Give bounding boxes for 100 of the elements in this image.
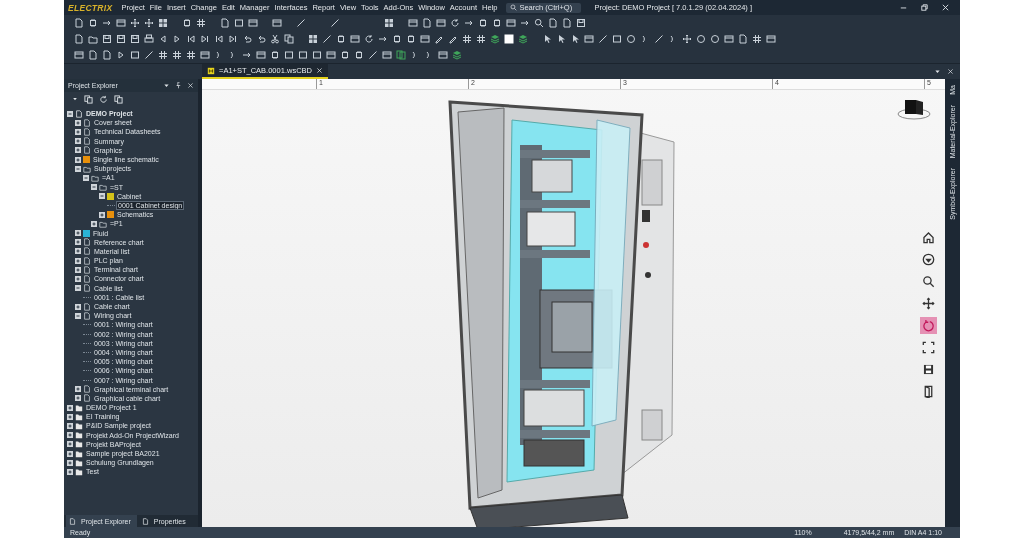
pin-icon[interactable] xyxy=(175,82,182,89)
window-icon[interactable] xyxy=(248,18,258,28)
plus-box-icon[interactable] xyxy=(75,386,81,393)
refresh-icon[interactable] xyxy=(450,18,460,28)
window-icon[interactable] xyxy=(408,18,418,28)
plus-box-icon[interactable] xyxy=(67,441,73,448)
plus-box-icon[interactable] xyxy=(75,257,81,264)
layers-icon[interactable] xyxy=(518,34,528,44)
layers-icon[interactable] xyxy=(490,34,500,44)
undo-icon[interactable] xyxy=(242,34,252,44)
view-cube-icon[interactable] xyxy=(897,97,931,121)
color-swatch-icon[interactable] xyxy=(504,34,514,44)
window-icon[interactable] xyxy=(350,34,360,44)
window-icon[interactable] xyxy=(200,50,210,60)
hash-icon[interactable] xyxy=(158,50,168,60)
window-icon[interactable] xyxy=(766,34,776,44)
plus-box-icon[interactable] xyxy=(99,211,105,218)
caret-icon[interactable] xyxy=(163,82,170,89)
refresh-icon[interactable] xyxy=(364,34,374,44)
plus-box-icon[interactable] xyxy=(75,303,81,310)
window-icon[interactable] xyxy=(436,18,446,28)
plus-box-icon[interactable] xyxy=(75,230,81,237)
view-icon[interactable] xyxy=(920,251,937,268)
grid-icon[interactable] xyxy=(158,18,168,28)
minus-box-icon[interactable] xyxy=(75,285,81,292)
plus-box-icon[interactable] xyxy=(67,468,73,475)
pages-icon[interactable] xyxy=(84,94,93,104)
plus-box-icon[interactable] xyxy=(67,422,73,429)
hash-icon[interactable] xyxy=(186,50,196,60)
chip-icon[interactable] xyxy=(336,34,346,44)
circle-icon[interactable] xyxy=(626,34,636,44)
plus-box-icon[interactable] xyxy=(75,239,81,246)
skip-right-icon[interactable] xyxy=(228,34,238,44)
skip-right-icon[interactable] xyxy=(200,34,210,44)
arrow-icon[interactable] xyxy=(378,34,388,44)
left-triangle-icon[interactable] xyxy=(158,34,168,44)
window-icon[interactable] xyxy=(382,50,392,60)
hash-icon[interactable] xyxy=(476,34,486,44)
save-icon[interactable] xyxy=(576,18,586,28)
minus-box-icon[interactable] xyxy=(99,193,105,200)
plus-box-icon[interactable] xyxy=(67,432,73,439)
plus-box-icon[interactable] xyxy=(75,275,81,282)
page-icon[interactable] xyxy=(220,18,230,28)
undo-icon[interactable] xyxy=(256,34,266,44)
page-icon[interactable] xyxy=(738,34,748,44)
minus-box-icon[interactable] xyxy=(75,165,81,172)
layers-icon[interactable] xyxy=(452,50,462,60)
hash-icon[interactable] xyxy=(752,34,762,44)
save-icon[interactable] xyxy=(116,34,126,44)
right-triangle-icon[interactable] xyxy=(172,34,182,44)
circle-icon[interactable] xyxy=(696,34,706,44)
line-icon[interactable] xyxy=(368,50,378,60)
circle-icon[interactable] xyxy=(710,34,720,44)
move-icon[interactable] xyxy=(920,295,937,312)
plus-box-icon[interactable] xyxy=(75,266,81,273)
square-icon[interactable] xyxy=(234,18,244,28)
grid-icon[interactable] xyxy=(384,18,394,28)
copy-icon[interactable] xyxy=(284,34,294,44)
plus-box-icon[interactable] xyxy=(75,119,81,126)
close-icon[interactable] xyxy=(187,82,194,89)
move-icon[interactable] xyxy=(130,18,140,28)
chip-icon[interactable] xyxy=(340,50,350,60)
arrow-icon[interactable] xyxy=(102,18,112,28)
window-icon[interactable] xyxy=(506,18,516,28)
square-icon[interactable] xyxy=(284,50,294,60)
close-icon[interactable] xyxy=(947,68,954,75)
plus-box-icon[interactable] xyxy=(75,156,81,163)
home-icon[interactable] xyxy=(920,229,937,246)
line-icon[interactable] xyxy=(144,50,154,60)
search-icon[interactable] xyxy=(534,18,544,28)
restore-icon[interactable] xyxy=(920,3,929,12)
square-icon[interactable] xyxy=(298,50,308,60)
chip-icon[interactable] xyxy=(354,50,364,60)
window-icon[interactable] xyxy=(326,50,336,60)
chip-icon[interactable] xyxy=(182,18,192,28)
pages-icon[interactable] xyxy=(114,94,123,104)
plus-box-icon[interactable] xyxy=(75,138,81,145)
hash-icon[interactable] xyxy=(172,50,182,60)
window-icon[interactable] xyxy=(272,18,282,28)
line-icon[interactable] xyxy=(296,18,306,28)
window-icon[interactable] xyxy=(438,50,448,60)
chip-icon[interactable] xyxy=(392,34,402,44)
plus-box-icon[interactable] xyxy=(91,220,97,227)
move-icon[interactable] xyxy=(144,18,154,28)
skip-left-icon[interactable] xyxy=(214,34,224,44)
plus-box-icon[interactable] xyxy=(75,147,81,154)
square-icon[interactable] xyxy=(130,50,140,60)
plus-box-icon[interactable] xyxy=(75,395,81,402)
minus-box-icon[interactable] xyxy=(91,184,97,191)
window-icon[interactable] xyxy=(116,18,126,28)
printer-icon[interactable] xyxy=(144,34,154,44)
caret-icon[interactable] xyxy=(72,96,78,102)
close-icon[interactable] xyxy=(315,67,323,74)
hash-icon[interactable] xyxy=(462,34,472,44)
rotate-icon[interactable] xyxy=(920,317,937,334)
arrow-icon[interactable] xyxy=(464,18,474,28)
arrow-icon[interactable] xyxy=(520,18,530,28)
close-icon[interactable] xyxy=(941,3,950,12)
chip-icon[interactable] xyxy=(406,34,416,44)
plus-box-icon[interactable] xyxy=(75,128,81,135)
